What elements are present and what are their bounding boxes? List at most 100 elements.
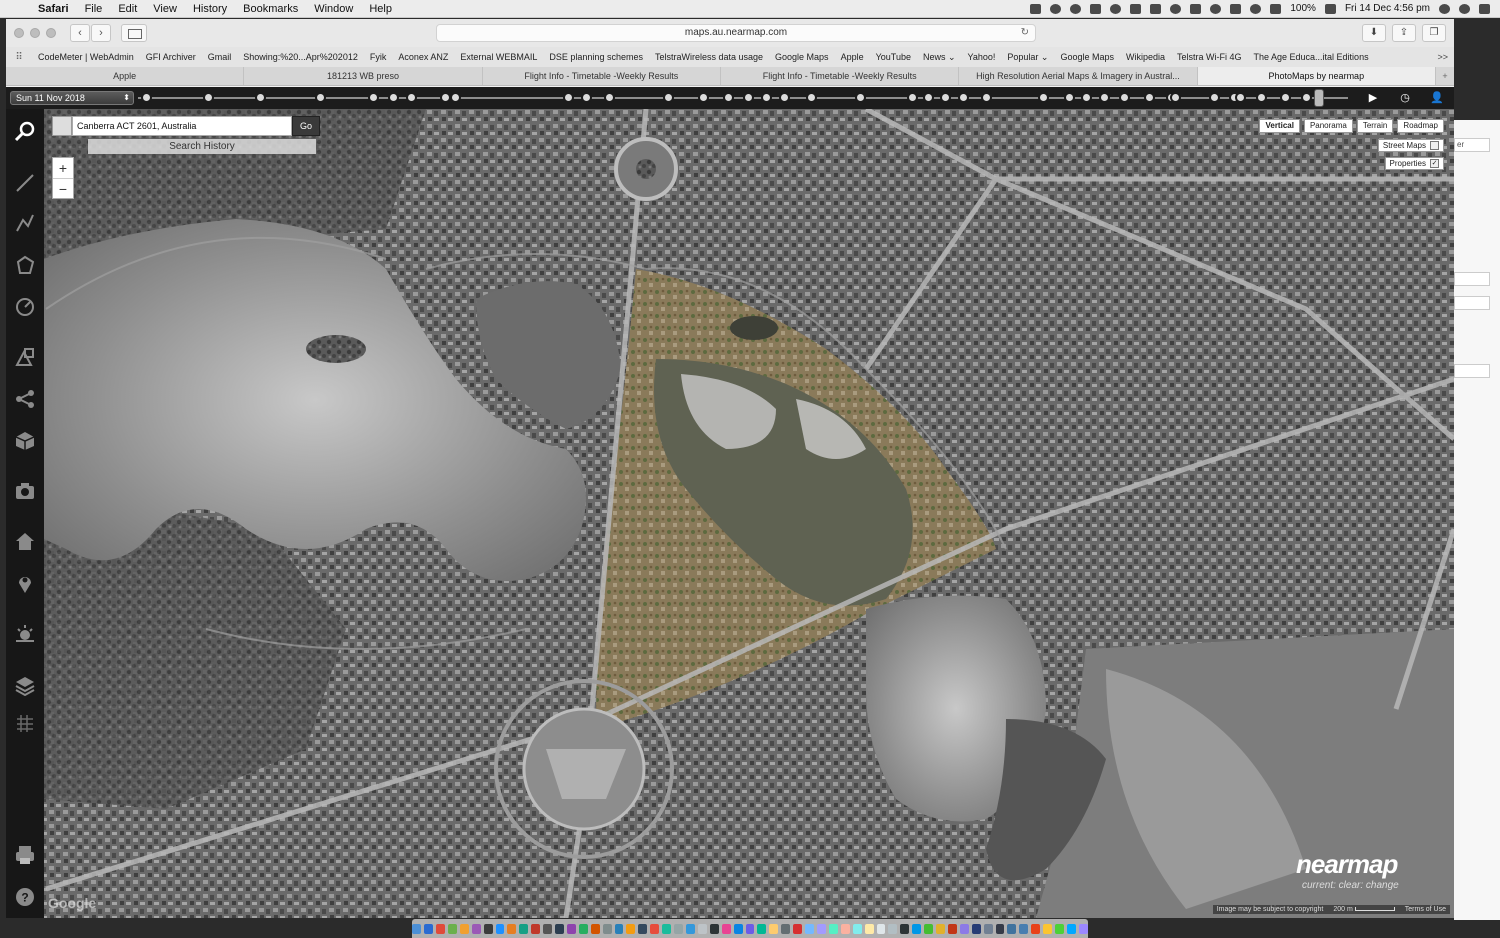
menu-help[interactable]: Help [361,3,400,15]
street-maps-checkbox[interactable] [1430,141,1439,150]
timeline-capture-dot[interactable] [388,92,399,103]
timeline-capture-dot[interactable] [958,92,969,103]
dock-app-icon[interactable] [805,923,814,934]
timeline-capture-dot[interactable] [1280,92,1291,103]
timeline-capture-dot[interactable] [450,92,461,103]
airplay-icon[interactable] [1190,3,1202,14]
dock-app-icon[interactable] [566,923,576,934]
bookmark-item[interactable]: Telstra Wi-Fi 4G [1171,52,1248,62]
timeline-capture-dot[interactable] [907,92,918,103]
address-bar[interactable]: maps.au.nearmap.com ↻ [436,24,1036,42]
dock-app-icon[interactable] [1031,923,1041,934]
dock-app-icon[interactable] [757,923,767,934]
timeline-capture-dot[interactable] [1064,92,1075,103]
dock-app-icon[interactable] [602,923,612,934]
timeline-capture-dot[interactable] [368,92,379,103]
grid-icon[interactable] [11,709,39,737]
dock-app-icon[interactable] [852,923,862,934]
dock-app-icon[interactable] [662,923,672,934]
dock-app-icon[interactable] [1055,923,1065,934]
bookmarks-overflow-button[interactable]: >> [1437,52,1454,62]
tab-apple[interactable]: Apple [6,67,245,85]
bookmark-item[interactable]: External WEBMAIL [454,52,543,62]
keyboard-icon[interactable] [1230,3,1242,14]
dock-app-icon[interactable] [995,923,1005,934]
timeline-capture-dot[interactable] [761,92,772,103]
bookmark-item[interactable]: CodeMeter | WebAdmin [32,52,140,62]
sidebar-toggle-button[interactable] [121,24,147,42]
zoom-out-button[interactable]: − [53,178,73,198]
bookmark-item[interactable]: GFI Archiver [140,52,202,62]
dock-app-icon[interactable] [864,923,874,934]
dock-app-icon[interactable] [507,923,517,934]
dock-app-icon[interactable] [519,923,529,934]
shapes-icon[interactable] [11,343,39,371]
dock-app-icon[interactable] [424,923,433,934]
timeline-capture-dot[interactable] [406,92,417,103]
tab-photomaps[interactable]: PhotoMaps by nearmap [1197,67,1436,85]
terms-link[interactable]: Terms of Use [1405,906,1446,913]
search-icon[interactable] [11,117,39,145]
timeline-capture-dot[interactable] [1301,92,1312,103]
new-tab-button[interactable]: + [1436,67,1454,85]
top-sites-icon[interactable]: ⠿ [6,52,32,63]
dock-app-icon[interactable] [614,923,624,934]
dock-app-icon[interactable] [590,923,600,934]
briefcase-icon[interactable] [1150,3,1162,14]
dock-app-icon[interactable] [888,923,898,934]
tab-flight-info-1[interactable]: Flight Info - Timetable -Weekly Results [483,67,721,85]
menu-history[interactable]: History [185,3,235,15]
line-measure-icon[interactable] [11,169,39,197]
dock-app-icon[interactable] [876,923,886,934]
timeline-capture-dot[interactable] [1256,92,1267,103]
bookmark-item[interactable]: DSE planning schemes [543,52,649,62]
background-select[interactable] [1454,296,1490,310]
timeline-capture-dot[interactable] [806,92,817,103]
dock-app-icon[interactable] [971,923,981,934]
timeline-capture-dot[interactable] [940,92,951,103]
bookmark-item[interactable]: Wikipedia [1120,52,1171,62]
menu-edit[interactable]: Edit [110,3,145,15]
share-icon[interactable] [11,385,39,413]
bookmark-item[interactable]: Google Maps [1054,52,1120,62]
bookmark-item[interactable]: Apple [835,52,870,62]
tab-wb-preso[interactable]: 181213 WB preso [244,67,483,85]
timeline-capture-dot[interactable] [1099,92,1110,103]
sync-icon[interactable] [1070,3,1082,14]
polygon-icon[interactable] [11,251,39,279]
display-icon[interactable] [1090,3,1102,14]
timeline-capture-dot[interactable] [855,92,866,103]
dock-app-icon[interactable] [1067,923,1076,934]
volume-icon[interactable] [1270,3,1282,14]
polyline-icon[interactable] [11,209,39,237]
time-machine-icon[interactable] [1170,3,1182,14]
dock-app-icon[interactable] [447,923,457,934]
back-button[interactable]: ‹ [70,24,90,42]
forward-button[interactable]: › [91,24,111,42]
timeline-capture-dot[interactable] [743,92,754,103]
cloud-icon[interactable] [1050,3,1062,14]
menu-bookmarks[interactable]: Bookmarks [235,3,306,15]
forward-icon[interactable] [1110,3,1122,14]
timeline-capture-dot[interactable] [563,92,574,103]
properties-checkbox[interactable]: ✓ [1430,159,1439,168]
dock-app-icon[interactable] [697,923,707,934]
street-maps-toggle[interactable]: Street Maps [1377,139,1444,152]
dock-app-icon[interactable] [435,923,445,934]
timeline-capture-dot[interactable] [779,92,790,103]
dock-app-icon[interactable] [745,923,755,934]
dock-app-icon[interactable] [483,923,493,934]
bookmark-item[interactable]: YouTube [870,52,917,62]
reload-icon[interactable]: ↻ [1021,25,1029,41]
timeline-capture-dot[interactable] [1081,92,1092,103]
downloads-button[interactable]: ⬇ [1362,24,1386,42]
dock-app-icon[interactable] [578,923,588,934]
timeline-capture-dot[interactable] [663,92,674,103]
timeline-capture-dot[interactable] [981,92,992,103]
timeline-capture-dot[interactable] [1119,92,1130,103]
bookmark-item[interactable]: Google Maps [769,52,835,62]
bluetooth-icon[interactable] [1210,3,1222,14]
timeline-slider-handle[interactable] [1314,89,1324,107]
dock-app-icon[interactable] [900,923,910,934]
dock-app-icon[interactable] [912,923,922,934]
